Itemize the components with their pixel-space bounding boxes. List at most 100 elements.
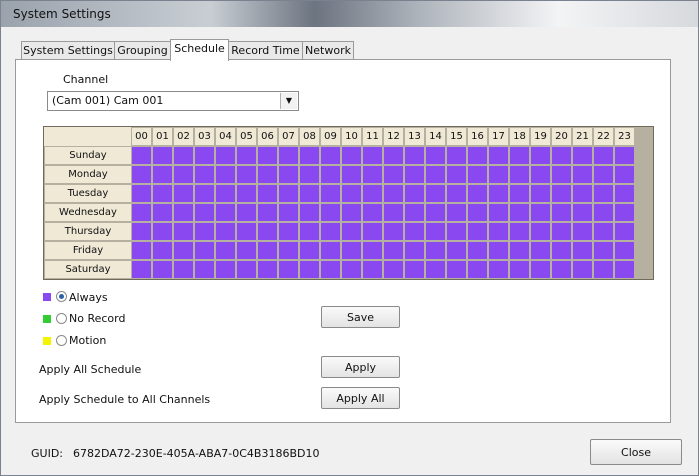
schedule-cell[interactable] (615, 147, 634, 164)
schedule-cell[interactable] (510, 242, 529, 259)
day-label[interactable]: Friday (45, 242, 131, 259)
schedule-cell[interactable] (195, 242, 214, 259)
schedule-cell[interactable] (321, 147, 340, 164)
schedule-cell[interactable] (489, 204, 508, 221)
schedule-cell[interactable] (237, 261, 256, 278)
schedule-cell[interactable] (552, 261, 571, 278)
schedule-cell[interactable] (300, 242, 319, 259)
schedule-cell[interactable] (615, 242, 634, 259)
schedule-cell[interactable] (174, 261, 193, 278)
title-bar[interactable]: System Settings (1, 1, 698, 27)
schedule-cell[interactable] (594, 185, 613, 202)
schedule-cell[interactable] (573, 261, 592, 278)
schedule-cell[interactable] (489, 242, 508, 259)
schedule-cell[interactable] (384, 204, 403, 221)
schedule-cell[interactable] (594, 242, 613, 259)
schedule-cell[interactable] (615, 185, 634, 202)
schedule-cell[interactable] (258, 166, 277, 183)
schedule-cell[interactable] (132, 204, 151, 221)
schedule-cell[interactable] (468, 166, 487, 183)
schedule-cell[interactable] (153, 185, 172, 202)
schedule-cell[interactable] (531, 223, 550, 240)
schedule-cell[interactable] (531, 204, 550, 221)
schedule-cell[interactable] (510, 261, 529, 278)
hour-header[interactable]: 19 (531, 128, 550, 145)
schedule-cell[interactable] (342, 166, 361, 183)
schedule-cell[interactable] (573, 166, 592, 183)
schedule-cell[interactable] (363, 223, 382, 240)
schedule-cell[interactable] (174, 204, 193, 221)
schedule-cell[interactable] (279, 204, 298, 221)
schedule-cell[interactable] (132, 185, 151, 202)
schedule-cell[interactable] (531, 147, 550, 164)
schedule-cell[interactable] (300, 204, 319, 221)
schedule-cell[interactable] (174, 147, 193, 164)
schedule-cell[interactable] (510, 223, 529, 240)
hour-header[interactable]: 01 (153, 128, 172, 145)
apply-all-button[interactable]: Apply All (321, 387, 400, 409)
schedule-cell[interactable] (174, 185, 193, 202)
schedule-cell[interactable] (216, 166, 235, 183)
schedule-cell[interactable] (468, 242, 487, 259)
hour-header[interactable]: 23 (615, 128, 634, 145)
schedule-cell[interactable] (531, 261, 550, 278)
schedule-cell[interactable] (384, 166, 403, 183)
schedule-cell[interactable] (426, 166, 445, 183)
schedule-cell[interactable] (552, 223, 571, 240)
schedule-cell[interactable] (216, 185, 235, 202)
schedule-cell[interactable] (258, 223, 277, 240)
schedule-cell[interactable] (489, 261, 508, 278)
schedule-cell[interactable] (195, 261, 214, 278)
schedule-cell[interactable] (258, 185, 277, 202)
schedule-cell[interactable] (258, 261, 277, 278)
hour-header[interactable]: 22 (594, 128, 613, 145)
hour-header[interactable]: 00 (132, 128, 151, 145)
schedule-cell[interactable] (300, 185, 319, 202)
schedule-cell[interactable] (279, 223, 298, 240)
hour-header[interactable]: 15 (447, 128, 466, 145)
tab-schedule[interactable]: Schedule (170, 39, 229, 61)
schedule-cell[interactable] (468, 185, 487, 202)
close-button[interactable]: Close (590, 439, 682, 465)
schedule-cell[interactable] (573, 223, 592, 240)
schedule-cell[interactable] (468, 204, 487, 221)
schedule-cell[interactable] (489, 166, 508, 183)
hour-header[interactable]: 21 (573, 128, 592, 145)
tab-network[interactable]: Network (302, 41, 354, 60)
hour-header[interactable]: 17 (489, 128, 508, 145)
schedule-cell[interactable] (510, 147, 529, 164)
schedule-cell[interactable] (384, 147, 403, 164)
schedule-cell[interactable] (447, 204, 466, 221)
schedule-cell[interactable] (321, 242, 340, 259)
save-button[interactable]: Save (321, 306, 400, 328)
schedule-cell[interactable] (594, 147, 613, 164)
hour-header[interactable]: 03 (195, 128, 214, 145)
schedule-cell[interactable] (237, 185, 256, 202)
schedule-cell[interactable] (279, 185, 298, 202)
schedule-cell[interactable] (594, 204, 613, 221)
channel-select[interactable]: (Cam 001) Cam 001 ▼ (47, 91, 299, 111)
schedule-cell[interactable] (342, 261, 361, 278)
schedule-cell[interactable] (321, 261, 340, 278)
schedule-cell[interactable] (384, 242, 403, 259)
schedule-cell[interactable] (216, 147, 235, 164)
schedule-cell[interactable] (363, 185, 382, 202)
hour-header[interactable]: 18 (510, 128, 529, 145)
schedule-cell[interactable] (447, 185, 466, 202)
chevron-down-icon[interactable]: ▼ (280, 93, 297, 109)
schedule-cell[interactable] (342, 223, 361, 240)
schedule-cell[interactable] (237, 204, 256, 221)
schedule-cell[interactable] (594, 261, 613, 278)
schedule-cell[interactable] (384, 261, 403, 278)
schedule-cell[interactable] (447, 147, 466, 164)
schedule-cell[interactable] (615, 261, 634, 278)
schedule-cell[interactable] (489, 223, 508, 240)
schedule-cell[interactable] (363, 204, 382, 221)
schedule-cell[interactable] (489, 147, 508, 164)
no-record-radio[interactable] (56, 313, 67, 324)
day-label[interactable]: Wednesday (45, 204, 131, 221)
schedule-cell[interactable] (195, 223, 214, 240)
hour-header[interactable]: 05 (237, 128, 256, 145)
schedule-cell[interactable] (552, 147, 571, 164)
day-label[interactable]: Thursday (45, 223, 131, 240)
